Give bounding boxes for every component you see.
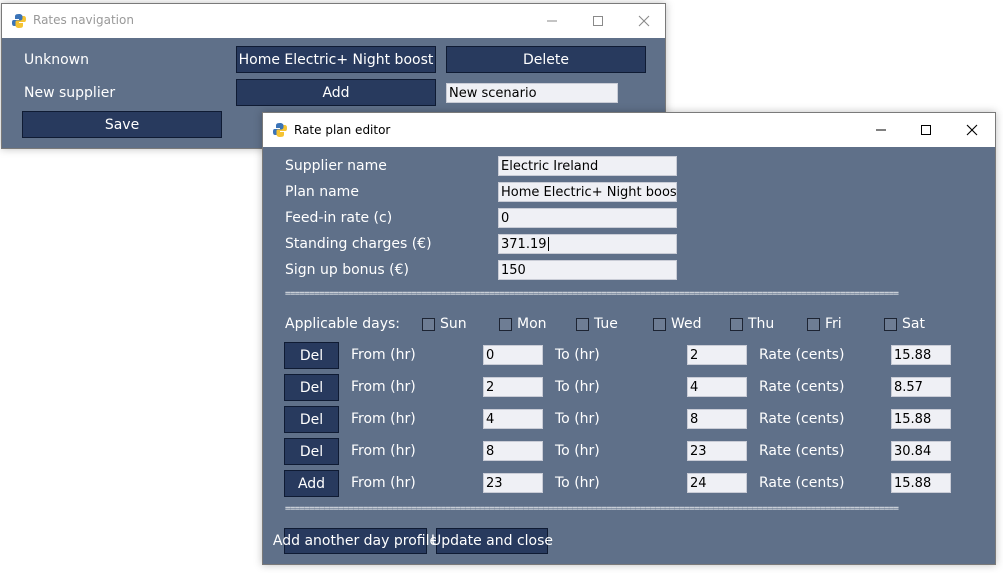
from-hr-input[interactable]: 8: [483, 441, 543, 461]
from-hr-label: From (hr): [351, 411, 416, 427]
to-hr-label: To (hr): [555, 475, 600, 491]
standing-charges-label: Standing charges (€): [285, 236, 432, 252]
day-label-wed: Wed: [671, 316, 702, 332]
rate-cents-label: Rate (cents): [759, 411, 845, 427]
rate-cents-input[interactable]: 30.84: [891, 441, 951, 461]
rate-cents-input[interactable]: 15.88: [891, 345, 951, 365]
maximize-icon: [593, 16, 603, 26]
plan-name-label: Plan name: [285, 184, 359, 200]
to-hr-input[interactable]: 24: [687, 473, 747, 493]
day-label-mon: Mon: [517, 316, 547, 332]
from-hr-input[interactable]: 0: [483, 345, 543, 365]
from-hr-label: From (hr): [351, 347, 416, 363]
supplier-label-new: New supplier: [24, 85, 116, 101]
rate-cents-input[interactable]: 15.88: [891, 409, 951, 429]
rate-cents-input[interactable]: 15.88: [891, 473, 951, 493]
standing-charges-value: 371.19: [501, 236, 547, 252]
from-hr-label: From (hr): [351, 379, 416, 395]
sign-up-bonus-label: Sign up bonus (€): [285, 262, 409, 278]
delete-row-button[interactable]: Del: [284, 374, 339, 401]
from-hr-label: From (hr): [351, 443, 416, 459]
day-checkbox-sun[interactable]: [422, 318, 435, 331]
supplier-name-input[interactable]: Electric Ireland: [498, 156, 677, 176]
title-bar[interactable]: Rate plan editor: [263, 113, 995, 147]
from-hr-label: From (hr): [351, 475, 416, 491]
minimize-icon: [547, 20, 557, 22]
delete-row-button[interactable]: Del: [284, 438, 339, 465]
day-checkbox-sat[interactable]: [884, 318, 897, 331]
close-button[interactable]: [949, 113, 995, 147]
day-checkbox-tue[interactable]: [576, 318, 589, 331]
to-hr-input[interactable]: 2: [687, 345, 747, 365]
separator-bottom: ========================================…: [285, 504, 899, 514]
to-hr-label: To (hr): [555, 379, 600, 395]
text-caret: [547, 237, 549, 251]
close-icon: [638, 15, 650, 27]
add-day-profile-button[interactable]: Add another day profile: [273, 528, 438, 554]
to-hr-label: To (hr): [555, 443, 600, 459]
separator-top: ========================================…: [285, 289, 899, 299]
to-hr-input[interactable]: 23: [687, 441, 747, 461]
update-and-close-button[interactable]: Update and close: [431, 528, 553, 554]
python-icon: [273, 123, 287, 137]
to-hr-input[interactable]: 4: [687, 377, 747, 397]
sign-up-bonus-input[interactable]: 150: [498, 260, 677, 280]
maximize-button[interactable]: [575, 4, 621, 38]
delete-row-button[interactable]: Del: [284, 342, 339, 369]
day-label-fri: Fri: [825, 316, 842, 332]
delete-button[interactable]: Delete: [446, 46, 646, 73]
title-bar[interactable]: Rates navigation: [2, 4, 665, 38]
rate-cents-label: Rate (cents): [759, 379, 845, 395]
day-checkbox-thu[interactable]: [730, 318, 743, 331]
feed-in-rate-label: Feed-in rate (c): [285, 210, 393, 226]
python-icon: [12, 14, 26, 28]
add-row-button[interactable]: Add: [284, 470, 339, 497]
from-hr-input[interactable]: 2: [483, 377, 543, 397]
save-button[interactable]: Save: [22, 111, 222, 138]
day-label-tue: Tue: [594, 316, 618, 332]
rate-cents-label: Rate (cents): [759, 347, 845, 363]
to-hr-label: To (hr): [555, 347, 600, 363]
day-checkbox-fri[interactable]: [807, 318, 820, 331]
window-title: Rate plan editor: [294, 123, 391, 137]
to-hr-input[interactable]: 8: [687, 409, 747, 429]
rate-plan-editor-window: Rate plan editor Supplier name Electric …: [262, 112, 996, 565]
rate-cents-input[interactable]: 8.57: [891, 377, 951, 397]
plan-name-input[interactable]: Home Electric+ Night boost: [498, 182, 677, 202]
rate-cents-label: Rate (cents): [759, 443, 845, 459]
window-title: Rates navigation: [33, 13, 134, 27]
day-checkbox-mon[interactable]: [499, 318, 512, 331]
minimize-icon: [876, 129, 886, 131]
close-button[interactable]: [621, 4, 667, 38]
standing-charges-input[interactable]: 371.19: [498, 234, 677, 254]
day-checkbox-wed[interactable]: [653, 318, 666, 331]
close-icon: [966, 124, 978, 136]
day-label-sun: Sun: [440, 316, 467, 332]
plan-select-button[interactable]: Home Electric+ Night boost: [236, 46, 436, 73]
minimize-button[interactable]: [529, 4, 575, 38]
maximize-icon: [921, 125, 931, 135]
supplier-name-label: Supplier name: [285, 158, 387, 174]
to-hr-label: To (hr): [555, 411, 600, 427]
supplier-label-unknown: Unknown: [24, 52, 89, 68]
day-label-thu: Thu: [748, 316, 775, 332]
from-hr-input[interactable]: 23: [483, 473, 543, 493]
delete-row-button[interactable]: Del: [284, 406, 339, 433]
from-hr-input[interactable]: 4: [483, 409, 543, 429]
minimize-button[interactable]: [858, 113, 904, 147]
applicable-days-label: Applicable days:: [285, 316, 401, 332]
feed-in-rate-input[interactable]: 0: [498, 208, 677, 228]
rate-cents-label: Rate (cents): [759, 475, 845, 491]
add-button[interactable]: Add: [236, 79, 436, 106]
day-label-sat: Sat: [902, 316, 925, 332]
scenario-name-input[interactable]: New scenario: [446, 83, 618, 103]
maximize-button[interactable]: [903, 113, 949, 147]
